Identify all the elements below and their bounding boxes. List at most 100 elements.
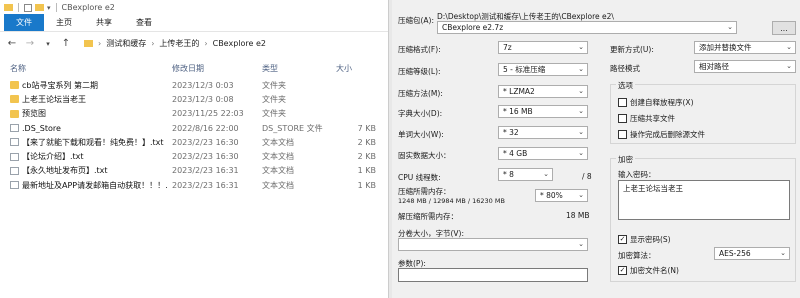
decomp-label: 解压缩所需内存： <box>398 212 458 221</box>
tab-home[interactable]: 主页 <box>44 14 84 31</box>
back-arrow-icon[interactable]: ← <box>6 38 18 49</box>
column-type[interactable]: 类型 <box>262 63 278 74</box>
file-name: cb站寻宝系列 第二期 <box>22 80 99 90</box>
update-label: 更新方式(U): <box>610 45 654 54</box>
tab-file[interactable]: 文件 <box>4 14 44 31</box>
dict-label: 字典大小(D): <box>398 109 443 118</box>
split-select[interactable]: ⌄ <box>398 238 588 251</box>
update-select[interactable]: 添加并替换文件 ⌄ <box>694 41 796 54</box>
encryption-title: 加密 <box>616 154 635 165</box>
title-bar: ▾ CBexplore e2 <box>0 0 388 15</box>
file-date: 2022/8/16 22:00 <box>172 123 239 133</box>
file-date: 2023/12/3 0:03 <box>172 80 234 90</box>
properties-icon[interactable] <box>24 3 32 12</box>
archive-name-value: CBexplore e2.7z <box>442 23 504 32</box>
up-arrow-icon[interactable]: ↑ <box>60 38 72 49</box>
file-icon <box>10 181 19 190</box>
file-row[interactable]: 【来了就能下载和观看！纯免费！】.txt 2023/2/23 16:30 文本文档 2… <box>0 135 388 149</box>
level-select[interactable]: 5 - 标准压缩 ⌄ <box>498 63 588 76</box>
format-label: 压缩格式(F): <box>398 45 441 54</box>
tab-share[interactable]: 共享 <box>84 14 124 31</box>
method-select[interactable]: * LZMA2 ⌄ <box>498 85 588 98</box>
file-size: 7 KB <box>357 123 376 133</box>
sfx-checkbox[interactable]: 创建自释放程序(X) <box>618 97 694 108</box>
folder-icon <box>84 40 93 47</box>
chevron-down-icon: ⌄ <box>727 23 733 31</box>
mem-detail: 1248 MB / 12984 MB / 16230 MB <box>398 197 505 205</box>
file-date: 2023/2/23 16:30 <box>172 137 239 147</box>
file-icon <box>10 124 19 133</box>
column-size[interactable]: 大小 <box>336 63 352 74</box>
options-title: 选项 <box>616 80 635 91</box>
address-bar: ← → ▾ ↑ › 测试和缓存 › 上传老王的 › CBexplore e2 <box>0 32 388 55</box>
recent-dropdown-icon[interactable]: ▾ <box>42 40 54 48</box>
chevron-down-icon: ⌄ <box>578 43 584 51</box>
enc-method-select[interactable]: AES-256 ⌄ <box>714 247 790 260</box>
file-type: 文本文档 <box>262 180 294 190</box>
chevron-down-icon: ⌄ <box>578 149 584 157</box>
file-size: 2 KB <box>357 152 376 162</box>
new-folder-icon[interactable] <box>35 4 44 11</box>
file-name: .DS_Store <box>22 123 61 133</box>
file-name: 【永久地址发布页】.txt <box>22 166 108 176</box>
show-password-label: 显示密码(S) <box>630 235 671 244</box>
format-select[interactable]: 7z ⌄ <box>498 41 588 54</box>
file-name: 最新地址及APP请发邮箱自动获取！！！... <box>22 180 167 190</box>
threads-value: * 8 <box>503 170 514 179</box>
divider <box>18 3 19 12</box>
solid-select[interactable]: * 4 GB ⌄ <box>498 147 588 160</box>
breadcrumb-item[interactable]: CBexplore e2 <box>213 39 266 48</box>
file-name: 【论坛介绍】.txt <box>22 152 84 162</box>
quick-access-dropdown-icon[interactable]: ▾ <box>47 4 51 12</box>
checkbox-box <box>618 130 627 139</box>
breadcrumb[interactable]: › 测试和缓存 › 上传老王的 › CBexplore e2 <box>84 38 266 49</box>
sfx-label: 创建自释放程序(X) <box>630 98 694 107</box>
params-input[interactable] <box>398 268 588 282</box>
ribbon-tabs: 文件 主页 共享 查看 <box>0 14 388 32</box>
file-date: 2023/2/23 16:31 <box>172 180 239 190</box>
tab-view[interactable]: 查看 <box>124 14 164 31</box>
threads-max: / 8 <box>582 172 592 181</box>
file-row[interactable]: 【论坛介绍】.txt 2023/2/23 16:30 文本文档 2 KB <box>0 149 388 163</box>
shared-checkbox[interactable]: 压缩共享文件 <box>618 113 675 124</box>
file-explorer-window: ▾ CBexplore e2 文件 主页 共享 查看 ← → ▾ ↑ › 测试和… <box>0 0 388 298</box>
password-input[interactable]: 上老王论坛当老王 <box>618 180 790 220</box>
file-name: 预览图 <box>22 109 46 119</box>
chevron-down-icon: ⌄ <box>578 128 584 136</box>
browse-button[interactable]: ... <box>772 21 796 35</box>
show-password-checkbox[interactable]: ✓ 显示密码(S) <box>618 234 671 245</box>
archive-name-combo[interactable]: CBexplore e2.7z ⌄ <box>437 21 737 34</box>
delete-checkbox[interactable]: 操作完成后删除源文件 <box>618 129 705 140</box>
shared-label: 压缩共享文件 <box>630 114 675 123</box>
pathmode-select[interactable]: 相对路径 ⌄ <box>694 60 796 73</box>
checkbox-box <box>618 114 627 123</box>
file-size: 1 KB <box>357 180 376 190</box>
mem-percent-select[interactable]: * 80% ⌄ <box>535 189 588 202</box>
encrypt-names-checkbox[interactable]: ✓ 加密文件名(N) <box>618 265 679 276</box>
dict-select[interactable]: * 16 MB ⌄ <box>498 105 588 118</box>
file-row[interactable]: 【永久地址发布页】.txt 2023/2/23 16:31 文本文档 1 KB <box>0 164 388 178</box>
breadcrumb-item[interactable]: 上传老王的 <box>159 38 199 49</box>
solid-label: 固实数据大小： <box>398 151 451 160</box>
file-icon <box>10 152 19 161</box>
checkmark-icon: ✓ <box>618 235 627 244</box>
chevron-right-icon: › <box>151 39 155 48</box>
file-row[interactable]: .DS_Store 2022/8/16 22:00 DS_STORE 文件 7 KB <box>0 121 388 135</box>
threads-select[interactable]: * 8 ⌄ <box>498 168 553 181</box>
forward-arrow-icon[interactable]: → <box>24 38 36 49</box>
column-date[interactable]: 修改日期 <box>172 63 204 74</box>
format-value: 7z <box>503 43 512 52</box>
file-row[interactable]: 预览图 2023/11/25 22:03 文件夹 <box>0 107 388 121</box>
file-row[interactable]: 最新地址及APP请发邮箱自动获取！！！... 2023/2/23 16:31 文本文… <box>0 178 388 192</box>
solid-value: * 4 GB <box>503 149 528 158</box>
enc-method-value: AES-256 <box>719 249 751 258</box>
folder-icon <box>10 95 19 104</box>
checkbox-box <box>618 98 627 107</box>
file-icon <box>10 138 19 147</box>
column-name[interactable]: 名称 <box>10 63 26 74</box>
password-value: 上老王论坛当老王 <box>623 184 683 193</box>
breadcrumb-item[interactable]: 测试和缓存 <box>106 38 146 49</box>
file-row[interactable]: 上老王论坛当老王 2023/12/3 0:08 文件夹 <box>0 92 388 106</box>
word-select[interactable]: * 32 ⌄ <box>498 126 588 139</box>
file-row[interactable]: cb站寻宝系列 第二期 2023/12/3 0:03 文件夹 <box>0 78 388 92</box>
